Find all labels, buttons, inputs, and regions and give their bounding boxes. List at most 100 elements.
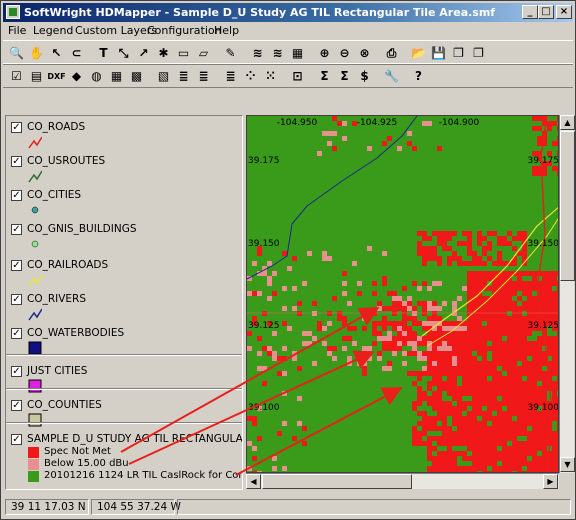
points-button[interactable]: ⁘ bbox=[240, 66, 261, 86]
close-button[interactable]: × bbox=[556, 5, 572, 19]
legend-layer-row[interactable]: ✓ CO_RIVERS bbox=[6, 290, 242, 322]
layer-visibility-checkbox[interactable]: ✓ bbox=[11, 224, 22, 235]
sum-icon: Σ bbox=[320, 68, 329, 83]
layers-color-button[interactable]: ▦ bbox=[287, 43, 308, 63]
maximize-button[interactable]: □ bbox=[538, 5, 554, 19]
stack-add-button[interactable]: ≣ bbox=[173, 66, 194, 86]
cities-fill-icon bbox=[28, 379, 42, 393]
legend-layer-row[interactable]: ✓ CO_ROADS bbox=[6, 118, 242, 150]
legend-layer-row[interactable]: ✓ CO_CITIES bbox=[6, 186, 242, 218]
resize-button[interactable]: ⤡ bbox=[113, 43, 134, 63]
legend-panel[interactable]: ✓ CO_ROADS ✓ CO_USROUTES ✓ CO_CITIES ✓ CO_GNIS_… bbox=[5, 115, 243, 490]
legend-separator bbox=[6, 354, 242, 356]
export-window-icon: ❐ bbox=[473, 45, 484, 60]
sum-edit-icon: Σ bbox=[340, 68, 349, 83]
layer-props-button[interactable]: ⊡ bbox=[287, 66, 308, 86]
points-edit-button[interactable]: ⁙ bbox=[260, 66, 281, 86]
layer-name: CO_USROUTES bbox=[27, 155, 106, 167]
category-label: 20101216 1124 LR TIL CaslRock for Compos bbox=[44, 470, 242, 481]
category-label: Below 15.00 dBu bbox=[44, 458, 129, 469]
label-button[interactable]: ⊂ bbox=[66, 43, 87, 63]
legend-layer-row[interactable]: ✓ CO_RAILROADS bbox=[6, 256, 242, 288]
stack-add-icon: ≣ bbox=[178, 68, 189, 83]
menu-legend[interactable]: Legend bbox=[33, 24, 73, 37]
globe-button[interactable]: ◍ bbox=[86, 66, 107, 86]
layer-visibility-checkbox[interactable]: ✓ bbox=[11, 122, 22, 133]
layer-visibility-checkbox[interactable]: ✓ bbox=[11, 190, 22, 201]
check-layer-button[interactable]: ☑ bbox=[6, 66, 27, 86]
dbf-button[interactable]: ▤ bbox=[26, 66, 47, 86]
menu-file[interactable]: File bbox=[8, 24, 26, 37]
layer-name: CO_WATERBODIES bbox=[27, 327, 125, 339]
help-icon: ? bbox=[415, 68, 422, 83]
scroll-up-icon[interactable]: ▲ bbox=[560, 115, 575, 130]
help-button[interactable]: ? bbox=[408, 66, 429, 86]
resize-icon: ⤡ bbox=[118, 45, 129, 60]
category-label: Spec Not Met bbox=[44, 446, 111, 457]
raster-button[interactable]: ▩ bbox=[126, 66, 147, 86]
sum-button[interactable]: Σ bbox=[314, 66, 335, 86]
dxf-button[interactable]: DXF bbox=[46, 66, 67, 86]
longitude-label: -104.900 bbox=[439, 118, 480, 128]
sum-edit-button[interactable]: Σ bbox=[334, 66, 355, 86]
legend-layer-row[interactable]: ✓ CO_WATERBODIES bbox=[6, 324, 242, 356]
globe-icon: ◍ bbox=[91, 68, 102, 83]
dollar-button[interactable]: $ bbox=[354, 66, 375, 86]
layer-visibility-checkbox[interactable]: ✓ bbox=[11, 294, 22, 305]
open-folder-button[interactable]: 📂 bbox=[408, 43, 429, 63]
zoom-extent-button[interactable]: ⊗ bbox=[354, 43, 375, 63]
layer-visibility-checkbox[interactable]: ✓ bbox=[11, 260, 22, 271]
copy-window-button[interactable]: ❐ bbox=[448, 43, 469, 63]
zoom-in-button[interactable]: ⊕ bbox=[314, 43, 335, 63]
layer-visibility-checkbox[interactable]: ✓ bbox=[11, 328, 22, 339]
print-button[interactable]: ⎙ bbox=[381, 43, 402, 63]
menu-custom-layers[interactable]: Custom Layers bbox=[75, 24, 157, 37]
pan-hand-button[interactable]: ✋ bbox=[26, 43, 47, 63]
save-icon: 💾 bbox=[431, 45, 446, 60]
layer-visibility-checkbox[interactable]: ✓ bbox=[11, 434, 22, 445]
menu-help[interactable]: Help bbox=[214, 24, 239, 37]
zoom-out-button[interactable]: ⊖ bbox=[334, 43, 355, 63]
select-button[interactable]: ↖ bbox=[46, 43, 67, 63]
image-button[interactable]: ▧ bbox=[153, 66, 174, 86]
layer-visibility-checkbox[interactable]: ✓ bbox=[11, 156, 22, 167]
scroll-left-icon[interactable]: ◀ bbox=[246, 474, 261, 489]
wrench-button[interactable]: 🔧 bbox=[381, 66, 402, 86]
horizontal-scroll-thumb[interactable] bbox=[262, 474, 412, 489]
layer-visibility-checkbox[interactable]: ✓ bbox=[11, 400, 22, 411]
polygon-button[interactable]: ◆ bbox=[66, 66, 87, 86]
latitude-label-left: 39.100 bbox=[248, 403, 280, 413]
legend-layer-row[interactable]: ✓ CO_GNIS_BUILDINGS bbox=[6, 220, 242, 252]
app-icon[interactable] bbox=[6, 5, 20, 19]
minimize-button[interactable]: _ bbox=[522, 5, 538, 19]
text-button[interactable]: T bbox=[93, 43, 114, 63]
vertical-scrollbar[interactable]: ▲ ▼ bbox=[559, 115, 575, 473]
stack-remove-button[interactable]: ≣ bbox=[193, 66, 214, 86]
layer-visibility-checkbox[interactable]: ✓ bbox=[11, 366, 22, 377]
zoom-extent-icon: ⊗ bbox=[359, 45, 370, 60]
area-button[interactable]: ▱ bbox=[193, 43, 214, 63]
layers-down-button[interactable]: ≋ bbox=[267, 43, 288, 63]
point-button[interactable]: ✱ bbox=[153, 43, 174, 63]
horizontal-scrollbar[interactable]: ◀ ▶ bbox=[246, 473, 559, 489]
zoom-tool-button[interactable]: 🔍 bbox=[6, 43, 27, 63]
shape-button[interactable]: ▭ bbox=[173, 43, 194, 63]
legend-layer-row[interactable]: ✓ CO_USROUTES bbox=[6, 152, 242, 184]
menu-configuration[interactable]: Configuration bbox=[147, 24, 222, 37]
map-view[interactable]: -104.950 -104.925 -104.900 39.175 39.150 39.1… bbox=[246, 115, 559, 473]
save-button[interactable]: 💾 bbox=[428, 43, 449, 63]
layers-up-button[interactable]: ≋ bbox=[247, 43, 268, 63]
coverage-map[interactable]: -104.950 -104.925 -104.900 39.175 39.150 39.1… bbox=[247, 116, 559, 473]
export-window-button[interactable]: ❐ bbox=[468, 43, 489, 63]
scroll-down-icon[interactable]: ▼ bbox=[560, 457, 575, 472]
grid-button[interactable]: ▦ bbox=[106, 66, 127, 86]
layer-name: CO_ROADS bbox=[27, 121, 86, 133]
scroll-right-icon[interactable]: ▶ bbox=[543, 474, 558, 489]
stack-edit-button[interactable]: ≣ bbox=[220, 66, 241, 86]
pencil-button[interactable]: ✎ bbox=[220, 43, 241, 63]
pointer-info-button[interactable]: ↗ bbox=[133, 43, 154, 63]
title-bar: SoftWright HDMapper - Sample D_U Study A… bbox=[3, 3, 573, 22]
layer-name: CO_RAILROADS bbox=[27, 259, 109, 271]
vertical-scroll-thumb[interactable] bbox=[560, 131, 575, 281]
zoom-out-icon: ⊖ bbox=[339, 45, 350, 60]
